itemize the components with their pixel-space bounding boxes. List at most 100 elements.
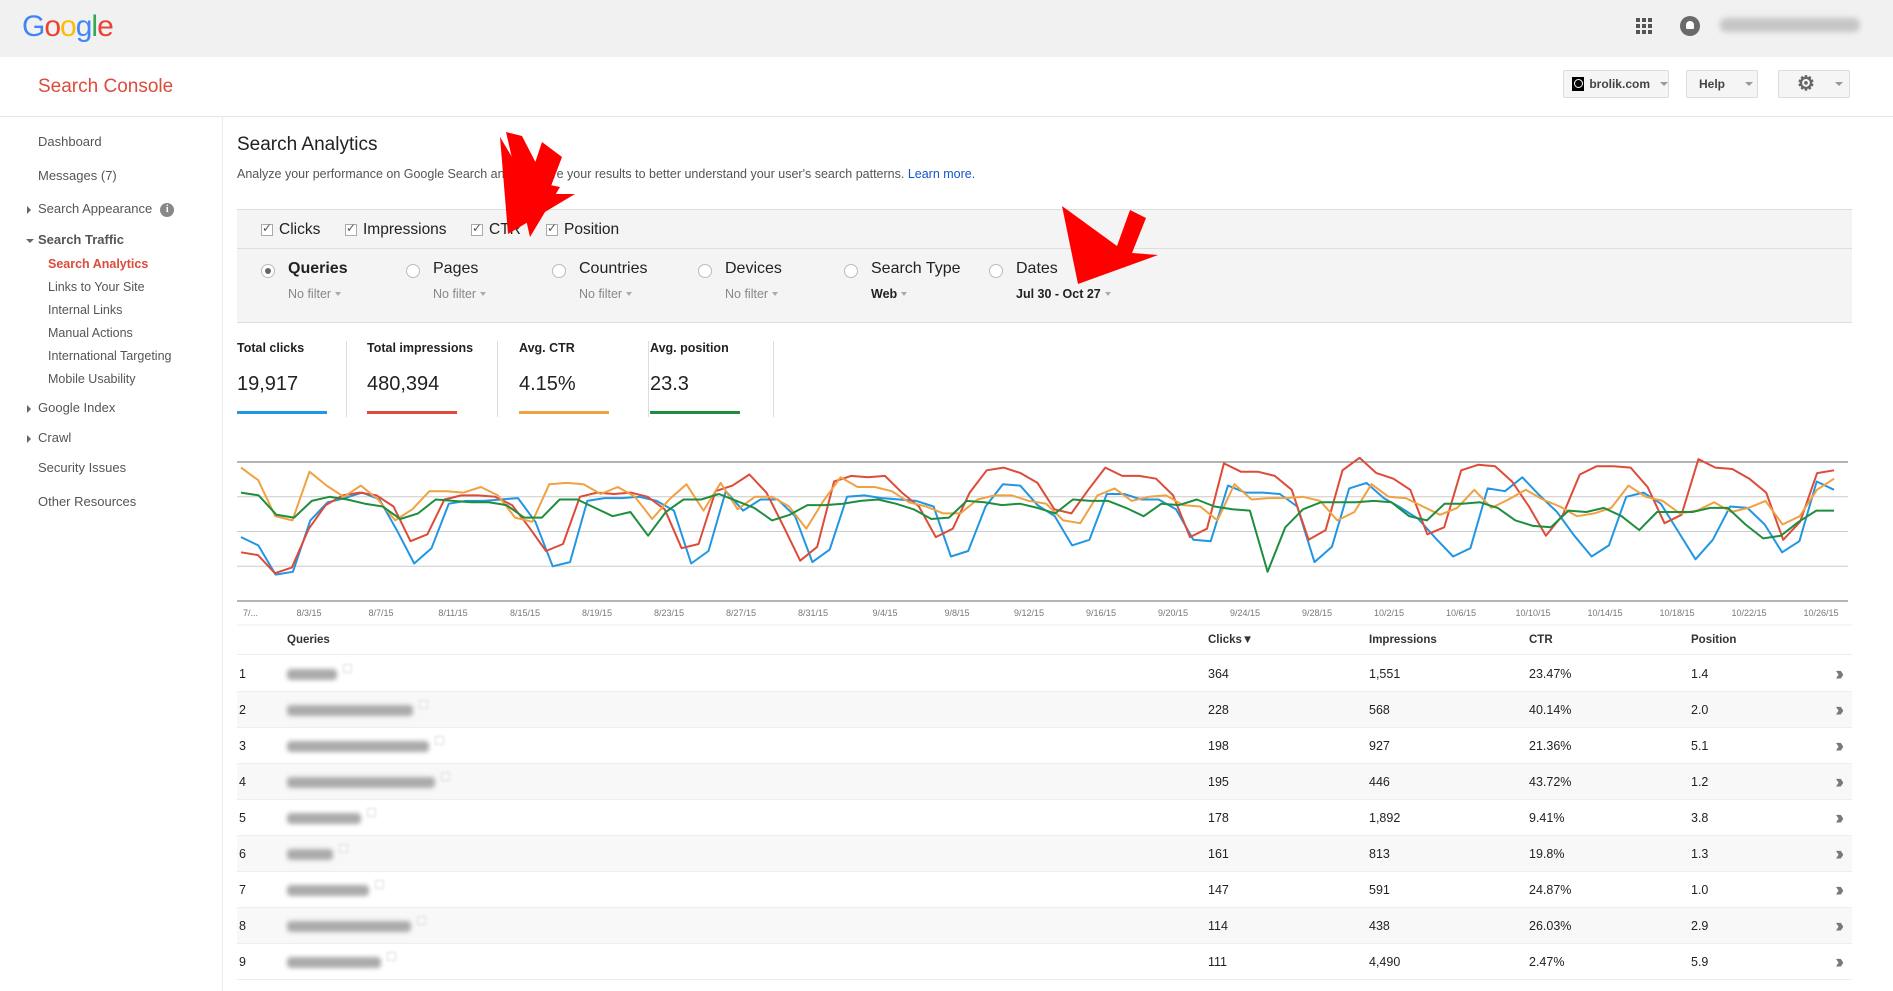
query-text-blurred[interactable]	[287, 741, 429, 752]
radio-selected-icon[interactable]	[261, 264, 275, 278]
position-checkbox[interactable]: Position	[546, 221, 619, 239]
apps-grid-icon[interactable]	[1636, 18, 1652, 34]
sidebar-item-search-analytics[interactable]: Search Analytics	[48, 257, 148, 271]
series-line-impressions[interactable]	[240, 457, 1835, 575]
sidebar-item-international-targeting[interactable]: International Targeting	[48, 349, 171, 363]
double-chevron-right-icon[interactable]: ››	[1835, 664, 1843, 686]
table-row[interactable]: 9 111 4,490 2.47% 5.9 ››	[237, 944, 1852, 980]
external-link-icon[interactable]	[343, 664, 352, 673]
clicks-checkbox[interactable]: Clicks	[261, 221, 320, 239]
x-tick-label: 10/22/15	[1731, 608, 1766, 618]
external-link-icon[interactable]	[417, 916, 426, 925]
dimension-label: Pages	[433, 260, 479, 277]
pages-filter-dropdown[interactable]: No filter	[433, 287, 487, 301]
learn-more-link[interactable]: Learn more.	[908, 167, 975, 181]
row-rank: 3	[239, 739, 246, 753]
query-text-blurred[interactable]	[287, 813, 361, 824]
stat-total-clicks[interactable]: Total clicks 19,917	[237, 341, 347, 417]
help-button[interactable]: Help	[1686, 70, 1758, 98]
sidebar-item-search-appearance[interactable]: Search Appearance i	[38, 201, 175, 217]
info-icon[interactable]: i	[160, 203, 175, 217]
sidebar-item-internal-links[interactable]: Internal Links	[48, 303, 122, 317]
query-text-blurred[interactable]	[287, 957, 381, 968]
sidebar-item-crawl[interactable]: Crawl	[38, 430, 71, 445]
double-chevron-right-icon[interactable]: ››	[1835, 880, 1843, 902]
stat-avg-position[interactable]: Avg. position 23.3	[650, 341, 774, 417]
product-title[interactable]: Search Console	[38, 76, 173, 98]
devices-filter-dropdown[interactable]: No filter	[725, 287, 779, 301]
table-row[interactable]: 8 114 438 26.03% 2.9 ››	[237, 908, 1852, 944]
table-row[interactable]: 6 161 813 19.8% 1.3 ››	[237, 836, 1852, 872]
search-type-filter-dropdown[interactable]: Web	[871, 287, 908, 301]
radio-unselected-icon[interactable]	[989, 264, 1003, 278]
query-text-blurred[interactable]	[287, 885, 369, 896]
chevron-down-icon	[626, 292, 633, 296]
google-logo[interactable]: Google	[22, 10, 114, 44]
expand-arrow-icon[interactable]	[27, 206, 31, 214]
query-text-blurred[interactable]	[287, 849, 333, 860]
site-selector-button[interactable]: brolik.com	[1563, 70, 1669, 98]
stat-avg-ctr[interactable]: Avg. CTR 4.15%	[519, 341, 649, 417]
countries-filter-dropdown[interactable]: No filter	[579, 287, 633, 301]
sidebar-item-mobile-usability[interactable]: Mobile Usability	[48, 372, 136, 386]
sidebar-item-messages[interactable]: Messages (7)	[38, 168, 117, 183]
queries-filter-dropdown[interactable]: No filter	[288, 287, 342, 301]
double-chevron-right-icon[interactable]: ››	[1835, 736, 1843, 758]
performance-line-chart[interactable]: 7/... 8/3/15 8/7/15 8/11/15 8/15/15 8/19/15 8/…	[237, 457, 1852, 627]
sidebar-item-google-index[interactable]: Google Index	[38, 400, 115, 415]
radio-unselected-icon[interactable]	[844, 264, 858, 278]
radio-unselected-icon[interactable]	[698, 264, 712, 278]
radio-unselected-icon[interactable]	[552, 264, 566, 278]
double-chevron-right-icon[interactable]: ››	[1835, 808, 1843, 830]
table-row[interactable]: 3 198 927 21.36% 5.1 ››	[237, 728, 1852, 764]
table-row[interactable]: 2 228 568 40.14% 2.0 ››	[237, 692, 1852, 728]
table-row[interactable]: 4 195 446 43.72% 1.2 ››	[237, 764, 1852, 800]
expand-arrow-icon[interactable]	[27, 435, 31, 443]
query-text-blurred[interactable]	[287, 921, 411, 932]
external-link-icon[interactable]	[387, 952, 396, 961]
double-chevron-right-icon[interactable]: ››	[1835, 844, 1843, 866]
external-link-icon[interactable]	[375, 880, 384, 889]
column-header-queries[interactable]: Queries	[287, 634, 330, 646]
row-position: 5.9	[1691, 955, 1709, 969]
stat-total-impressions[interactable]: Total impressions 480,394	[367, 341, 498, 417]
impressions-checkbox[interactable]: Impressions	[345, 221, 447, 239]
table-row[interactable]: 5 178 1,892 9.41% 3.8 ››	[237, 800, 1852, 836]
external-link-icon[interactable]	[435, 736, 444, 745]
dates-filter-dropdown[interactable]: Jul 30 - Oct 27	[1016, 287, 1111, 301]
double-chevron-right-icon[interactable]: ››	[1835, 916, 1843, 938]
sidebar-item-manual-actions[interactable]: Manual Actions	[48, 326, 133, 340]
ctr-checkbox[interactable]: CTR	[471, 221, 521, 239]
table-row[interactable]: 7 147 591 24.87% 1.0 ››	[237, 872, 1852, 908]
series-line-ctr[interactable]	[240, 466, 1835, 530]
double-chevron-right-icon[interactable]: ››	[1835, 772, 1843, 794]
radio-unselected-icon[interactable]	[406, 264, 420, 278]
account-email-blurred[interactable]	[1720, 18, 1860, 32]
column-header-impressions[interactable]: Impressions	[1369, 634, 1437, 646]
collapse-arrow-icon[interactable]	[26, 239, 34, 243]
table-row[interactable]: 1 364 1,551 23.47% 1.4 ››	[237, 656, 1852, 692]
series-line-clicks[interactable]	[240, 476, 1835, 576]
sidebar-item-other-resources[interactable]: Other Resources	[38, 494, 136, 509]
double-chevron-right-icon[interactable]: ››	[1835, 952, 1843, 974]
sidebar-item-search-traffic[interactable]: Search Traffic	[38, 232, 124, 247]
row-ctr: 43.72%	[1529, 775, 1572, 789]
sidebar-item-links-to-your-site[interactable]: Links to Your Site	[48, 280, 145, 294]
column-header-clicks[interactable]: Clicks▼	[1208, 634, 1253, 646]
settings-button[interactable]: ⚙	[1778, 70, 1850, 98]
expand-arrow-icon[interactable]	[27, 405, 31, 413]
external-link-icon[interactable]	[441, 772, 450, 781]
column-header-ctr[interactable]: CTR	[1529, 634, 1553, 646]
notifications-bell-icon[interactable]	[1680, 16, 1700, 36]
external-link-icon[interactable]	[367, 808, 376, 817]
double-chevron-right-icon[interactable]: ››	[1835, 700, 1843, 722]
column-header-position[interactable]: Position	[1691, 634, 1736, 646]
row-clicks: 198	[1208, 739, 1229, 753]
external-link-icon[interactable]	[419, 700, 428, 709]
sidebar-item-dashboard[interactable]: Dashboard	[38, 134, 102, 149]
query-text-blurred[interactable]	[287, 669, 337, 680]
external-link-icon[interactable]	[339, 844, 348, 853]
query-text-blurred[interactable]	[287, 705, 413, 716]
query-text-blurred[interactable]	[287, 777, 435, 788]
sidebar-item-security-issues[interactable]: Security Issues	[38, 460, 126, 475]
